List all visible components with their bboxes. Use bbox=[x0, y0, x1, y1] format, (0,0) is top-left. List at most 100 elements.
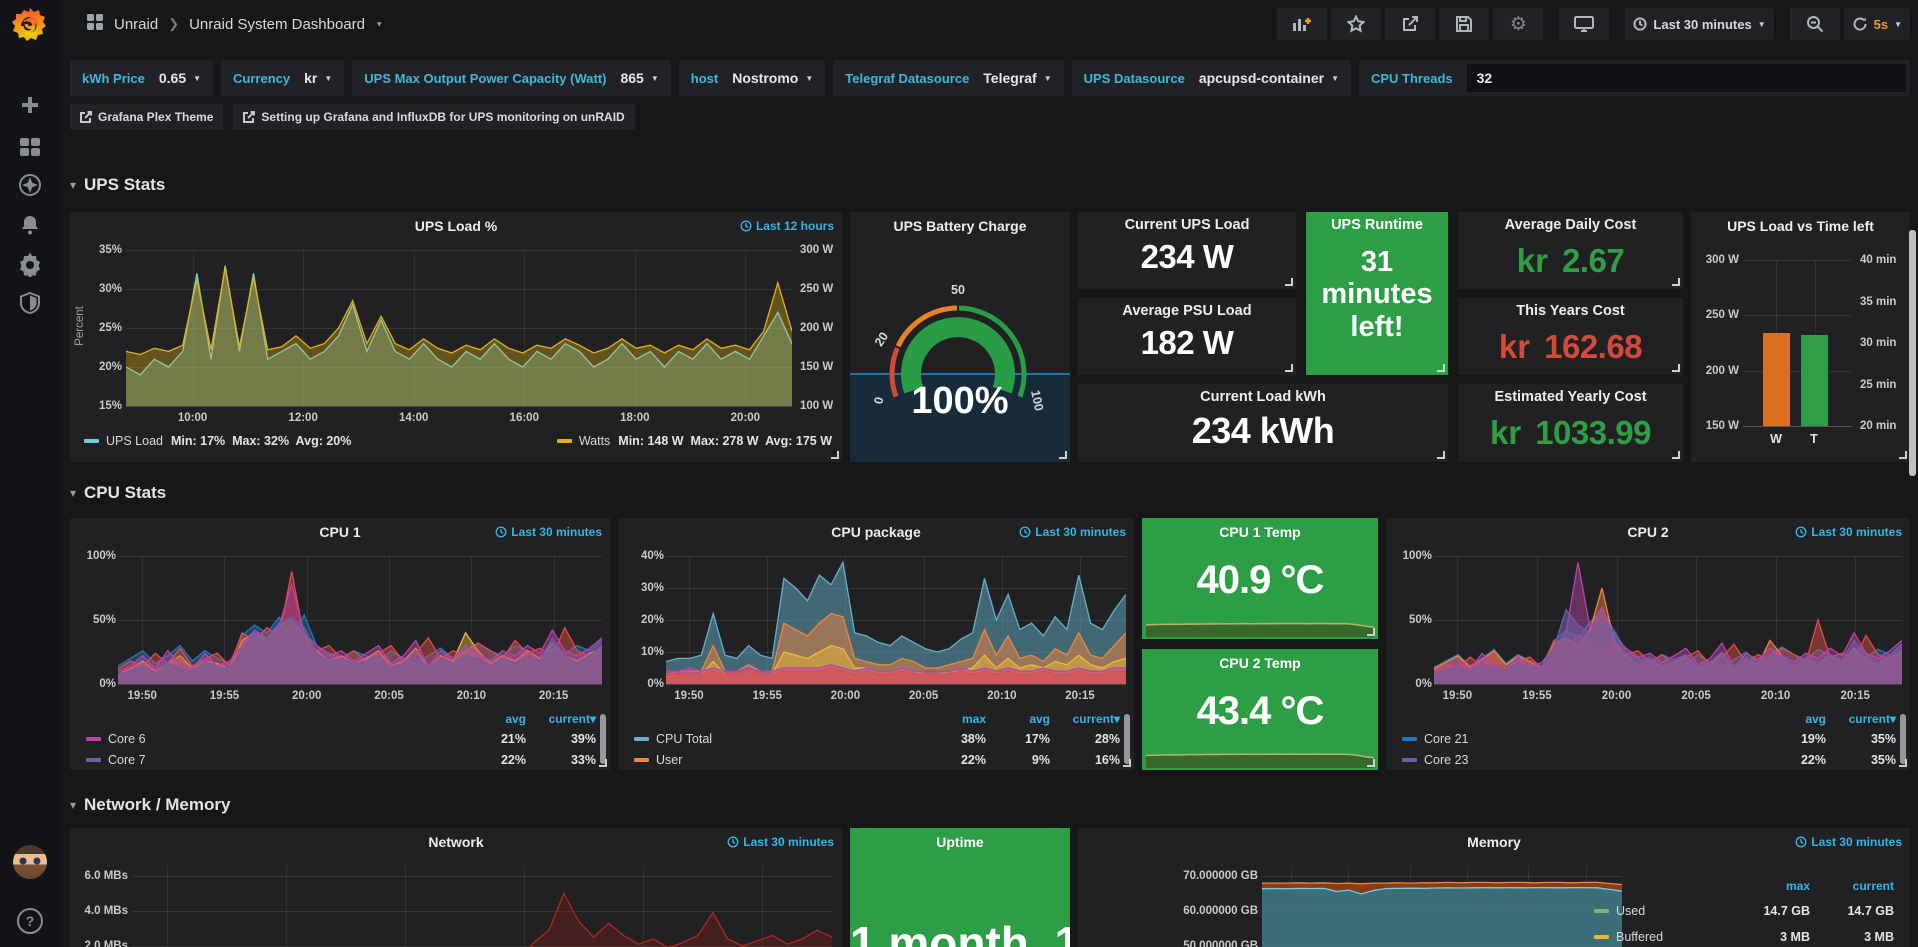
legend-sort-current[interactable]: current▾ bbox=[1826, 712, 1896, 726]
panel-time-override[interactable]: Last 30 minutes bbox=[727, 835, 834, 849]
legend-sort-avg[interactable]: avg bbox=[462, 712, 526, 726]
apps-grid-icon[interactable] bbox=[86, 13, 104, 35]
panel-resize-handle[interactable] bbox=[1367, 759, 1375, 767]
zoom-out-button[interactable] bbox=[1790, 8, 1840, 40]
bar-label: T bbox=[1810, 432, 1818, 446]
legend-sort-current[interactable]: current▾ bbox=[1050, 712, 1120, 726]
link-ups-monitoring-guide[interactable]: Setting up Grafana and InfluxDB for UPS … bbox=[233, 104, 634, 130]
panel-time-override[interactable]: Last 30 minutes bbox=[495, 525, 602, 539]
page-scrollbar[interactable] bbox=[1909, 230, 1916, 476]
panel-title[interactable]: UPS Load vs Time left bbox=[1691, 212, 1910, 238]
variable-value-dropdown[interactable]: 865▼ bbox=[620, 70, 658, 86]
legend-scrollbar[interactable] bbox=[1124, 714, 1130, 764]
legend-scrollbar[interactable] bbox=[600, 714, 606, 764]
series-name[interactable]: Core 7 bbox=[108, 753, 146, 767]
bar-time-left bbox=[1801, 335, 1828, 426]
server-admin-shield-icon[interactable] bbox=[0, 284, 60, 322]
variable-value-dropdown[interactable]: Telegraf▼ bbox=[983, 70, 1051, 86]
panel-resize-handle[interactable] bbox=[1437, 451, 1445, 459]
breadcrumb-dashboard-title[interactable]: Unraid System Dashboard bbox=[189, 16, 365, 33]
add-panel-button[interactable] bbox=[1277, 8, 1327, 40]
panel-time-override[interactable]: Last 30 minutes bbox=[1019, 525, 1126, 539]
panel-resize-handle[interactable] bbox=[831, 451, 839, 459]
user-avatar[interactable] bbox=[13, 845, 47, 879]
variable-value-dropdown[interactable]: Nostromo▼ bbox=[732, 70, 813, 86]
legend-sort-avg[interactable]: avg bbox=[1762, 712, 1826, 726]
refresh-interval-label[interactable]: 5s bbox=[1874, 17, 1888, 32]
panel-resize-handle[interactable] bbox=[1285, 278, 1293, 286]
panel-resize-handle[interactable] bbox=[1059, 451, 1067, 459]
stat-value: 234 kWh bbox=[1192, 410, 1335, 452]
chevron-down-icon: ▾ bbox=[70, 486, 76, 500]
panel-resize-handle[interactable] bbox=[1367, 628, 1375, 636]
panel-time-override[interactable]: Last 12 hours bbox=[740, 219, 834, 233]
section-ups-stats[interactable]: ▾ UPS Stats bbox=[70, 174, 1918, 196]
refresh-button[interactable]: 5s ▼ bbox=[1844, 8, 1910, 40]
share-button[interactable] bbox=[1385, 8, 1435, 40]
panel-time-override[interactable]: Last 30 minutes bbox=[1795, 525, 1902, 539]
series-name[interactable]: Core 21 bbox=[1424, 732, 1468, 746]
section-network-memory[interactable]: ▾ Network / Memory bbox=[70, 794, 1918, 816]
series-name[interactable]: User bbox=[656, 753, 682, 767]
cpu-threads-input[interactable] bbox=[1467, 64, 1906, 92]
legend-scrollbar[interactable] bbox=[1900, 714, 1906, 764]
panel-resize-handle[interactable] bbox=[1899, 451, 1907, 459]
legend-sort-max[interactable]: max bbox=[916, 712, 986, 726]
legend-sort-max[interactable]: max bbox=[1726, 879, 1810, 893]
template-variables: kWh Price 0.65▼ Currency kr▼ UPS Max Out… bbox=[70, 60, 1910, 96]
x-axis: 10:0012:0014:0016:0018:0020:00 bbox=[126, 412, 792, 426]
legend-item-watts[interactable]: Watts Min: 148 W Max: 278 W Avg: 175 W bbox=[557, 434, 832, 448]
series-swatch bbox=[1594, 909, 1609, 913]
series-name[interactable]: Used bbox=[1616, 904, 1645, 918]
legend-sort-current[interactable]: current bbox=[1810, 879, 1894, 893]
external-link-icon bbox=[243, 111, 255, 123]
breadcrumb-folder[interactable]: Unraid bbox=[114, 16, 158, 33]
panel-resize-handle[interactable] bbox=[599, 759, 607, 767]
chart-cpu2 bbox=[1434, 556, 1902, 685]
series-swatch bbox=[1594, 935, 1609, 939]
link-grafana-plex-theme[interactable]: Grafana Plex Theme bbox=[70, 104, 223, 130]
panel-resize-handle[interactable] bbox=[1672, 364, 1680, 372]
series-name[interactable]: Core 23 bbox=[1424, 753, 1468, 767]
section-cpu-stats[interactable]: ▾ CPU Stats bbox=[70, 482, 1918, 504]
legend-item-ups-load[interactable]: UPS Load Min: 17% Max: 32% Avg: 20% bbox=[84, 434, 351, 448]
time-range-picker[interactable]: Last 30 minutes ▼ bbox=[1625, 8, 1773, 40]
variable-value-dropdown[interactable]: kr▼ bbox=[304, 70, 332, 86]
alerting-bell-icon[interactable] bbox=[0, 206, 60, 244]
legend-sort-avg[interactable]: avg bbox=[986, 712, 1050, 726]
series-swatch bbox=[634, 758, 649, 762]
panel-resize-handle[interactable] bbox=[1672, 278, 1680, 286]
explore-compass-icon[interactable] bbox=[0, 166, 60, 204]
configuration-gear-icon[interactable] bbox=[0, 245, 60, 283]
series-name[interactable]: Core 6 bbox=[108, 732, 146, 746]
series-name[interactable]: Buffered bbox=[1616, 930, 1663, 944]
help-icon[interactable]: ? bbox=[17, 908, 43, 934]
panel-resize-handle[interactable] bbox=[1672, 451, 1680, 459]
panel-resize-handle[interactable] bbox=[1285, 364, 1293, 372]
grafana-logo-icon[interactable] bbox=[9, 5, 51, 47]
breadcrumb-caret-icon[interactable]: ▾ bbox=[377, 19, 382, 30]
variable-value-dropdown[interactable]: 0.65▼ bbox=[159, 70, 201, 86]
panel-resize-handle[interactable] bbox=[1899, 759, 1907, 767]
panel-resize-handle[interactable] bbox=[1437, 364, 1445, 372]
create-plus-icon[interactable] bbox=[0, 86, 60, 124]
series-name[interactable]: CPU Total bbox=[656, 732, 712, 746]
dashboard-submenu: kWh Price 0.65▼ Currency kr▼ UPS Max Out… bbox=[60, 48, 1918, 130]
legend-sort-current[interactable]: current▾ bbox=[526, 712, 596, 726]
panel-title[interactable]: UPS Load % bbox=[70, 212, 842, 238]
cycle-view-monitor-icon[interactable] bbox=[1559, 8, 1609, 40]
panel-title[interactable]: Memory bbox=[1078, 828, 1910, 854]
series-swatch bbox=[1402, 758, 1417, 762]
star-button[interactable] bbox=[1331, 8, 1381, 40]
dashboard-settings-gear-icon[interactable]: ⚙ bbox=[1493, 8, 1543, 40]
panel-title[interactable]: Network bbox=[70, 828, 842, 854]
panel-cpu1-graph: CPU 1 Last 30 minutes 100%50%0% 19:5019:… bbox=[70, 518, 610, 770]
variable-label: CPU Threads bbox=[1371, 71, 1453, 86]
dashboards-icon[interactable] bbox=[0, 128, 60, 166]
row-ups-stats: UPS Load % Last 12 hours Percent 35%30%2… bbox=[70, 212, 1910, 462]
variable-value-dropdown[interactable]: apcupsd-container▼ bbox=[1199, 70, 1339, 86]
refresh-interval-caret-icon[interactable]: ▼ bbox=[1894, 20, 1902, 29]
panel-time-override[interactable]: Last 30 minutes bbox=[1795, 835, 1902, 849]
save-button[interactable] bbox=[1439, 8, 1489, 40]
panel-resize-handle[interactable] bbox=[1123, 759, 1131, 767]
